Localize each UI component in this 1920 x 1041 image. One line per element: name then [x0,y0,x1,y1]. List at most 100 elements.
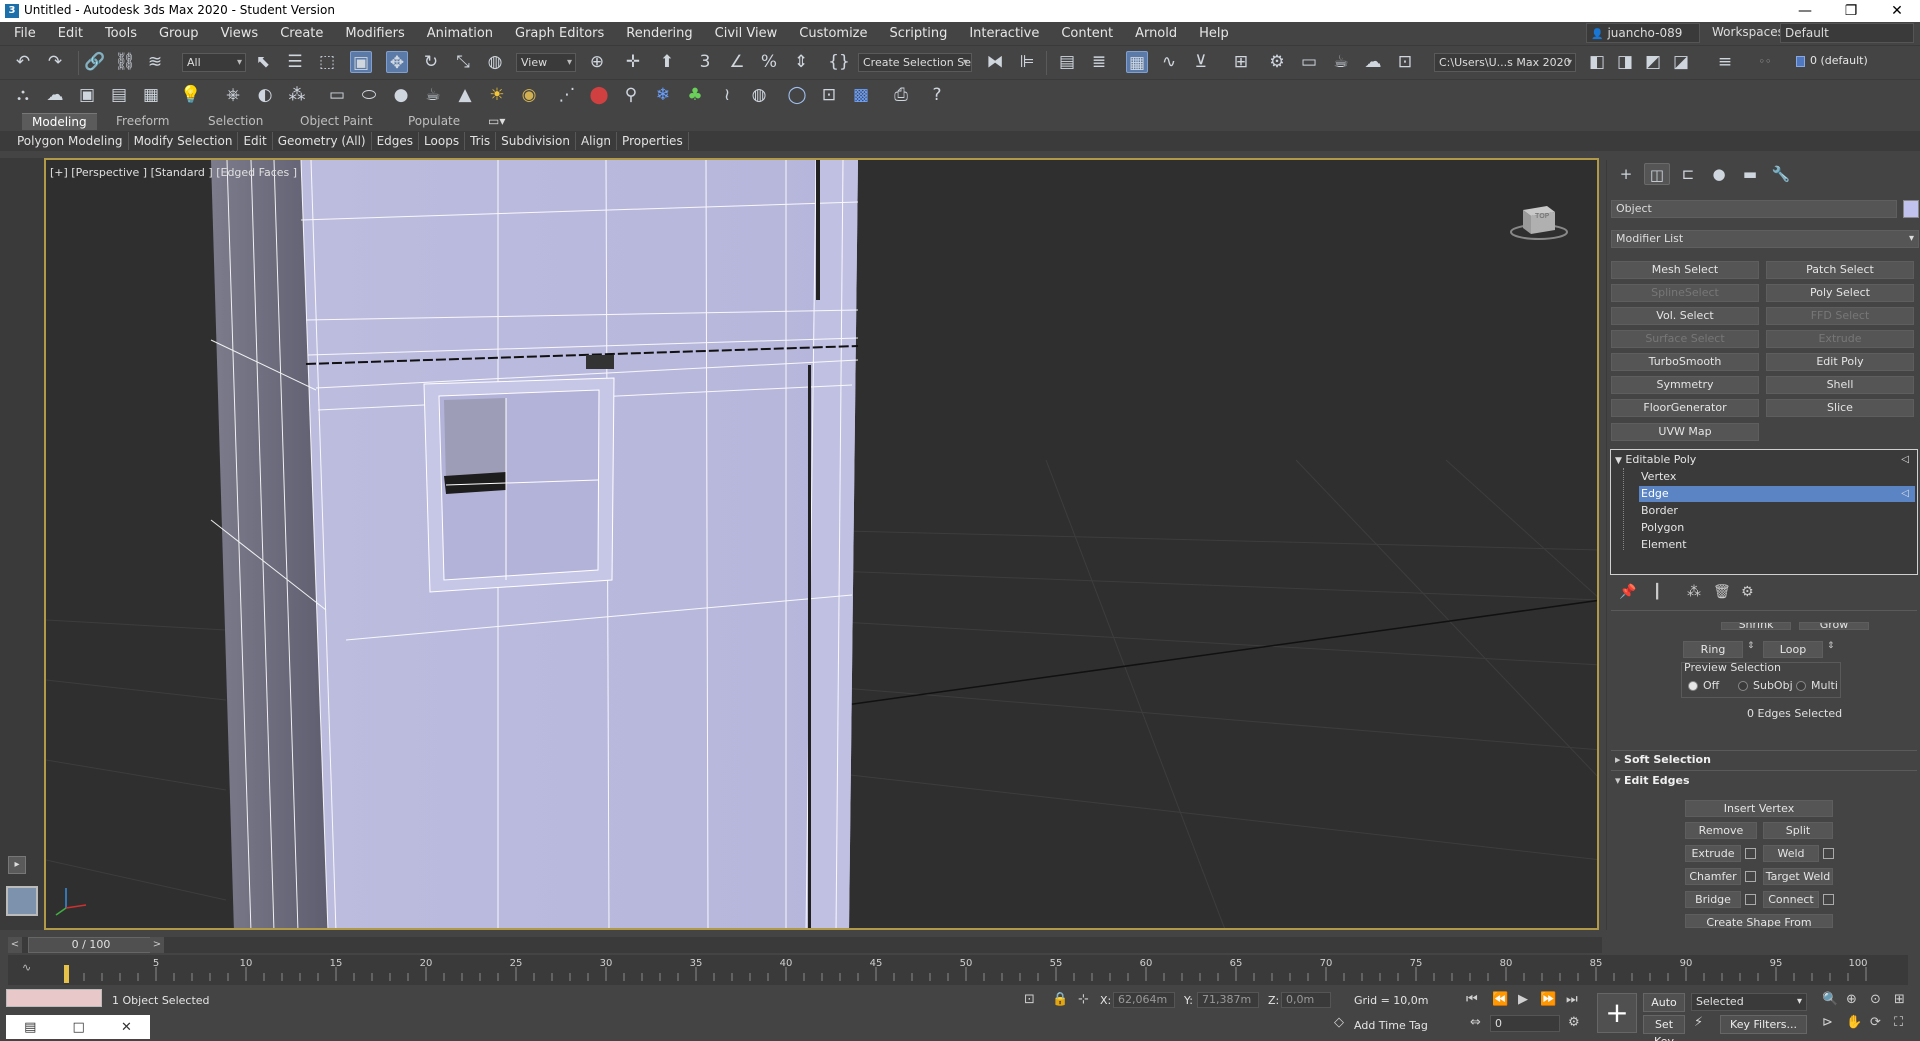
panel-properties[interactable]: Properties [617,132,689,150]
auto-key-button[interactable]: Auto Key [1643,993,1685,1026]
box-icon[interactable]: ▭ [326,84,348,106]
menu-file[interactable]: File [6,26,50,41]
surface-select-button[interactable]: Surface Select [1611,330,1759,348]
walkthrough-icon[interactable]: ⎙ [890,84,912,106]
isolate-icon[interactable]: ⎈ [222,84,244,106]
toggle-layer-explorer-icon[interactable]: ≣ [1088,51,1110,73]
chamfer-settings-icon[interactable] [1745,871,1756,882]
help-icon[interactable]: ? [926,84,948,106]
menu-help[interactable]: Help [1191,26,1243,41]
stack-vertex[interactable]: Vertex [1641,469,1911,485]
weld-button[interactable]: Weld [1763,845,1819,862]
panel-subdivision[interactable]: Subdivision [496,132,576,150]
menu-content[interactable]: Content [1053,26,1127,41]
pivot-center-icon[interactable]: ⊕ [586,51,608,73]
align-icon[interactable]: ⊫ [1016,51,1038,73]
foliage-icon[interactable]: ♣ [684,84,706,106]
edit-edges-rollout[interactable]: Edit Edges [1615,774,1690,787]
toggle-scene-explorer-icon[interactable]: ▤ [1056,51,1078,73]
edit-poly-button[interactable]: Edit Poly [1766,353,1914,371]
bridge-button[interactable]: Bridge [1685,891,1741,908]
loop-spinner-icon[interactable]: ⇕ [1827,641,1835,651]
cloth-icon[interactable]: ◍ [748,84,770,106]
bridge-settings-icon[interactable] [1745,894,1756,905]
selection-lock-icon[interactable]: 🔒 [1052,992,1068,1007]
select-and-place-icon[interactable]: ◍ [484,51,506,73]
menu-animation[interactable]: Animation [419,26,507,41]
snaps-toggle-icon[interactable]: 3 [694,51,716,73]
connect-settings-icon[interactable] [1823,894,1834,905]
sphere-icon[interactable]: ● [390,84,412,106]
toggle-ribbon-icon[interactable]: ▦ [1126,51,1148,73]
viewport-label-menu[interactable]: [+] [Perspective ] [Standard ] [Edged Fa… [50,166,297,179]
loop-button[interactable]: Loop [1763,641,1823,658]
spline-select-button[interactable]: SplineSelect [1611,284,1759,302]
modify-tab-icon[interactable]: ◫ [1644,163,1670,185]
layer-select-icon[interactable]: ◩ [1642,51,1664,73]
create-shape-button[interactable]: Create Shape From Selection [1685,914,1833,928]
particle-view-icon[interactable]: ⁂ [286,84,308,106]
symmetry-button[interactable]: Symmetry [1611,376,1759,394]
utilities-tab-icon[interactable]: 🔧 [1768,163,1794,185]
keyboard-shortcut-override-icon[interactable]: ⬆ [656,51,678,73]
container-icon[interactable]: ⛬ [12,84,34,106]
menu-rendering[interactable]: Rendering [618,26,706,41]
connect-button[interactable]: Connect [1763,891,1819,908]
ribbon-options-icon[interactable]: ▭▾ [488,113,505,130]
poly-select-button[interactable]: Poly Select [1766,284,1914,302]
layer-visibility-icon[interactable]: ◦◦ [1754,51,1776,73]
maxscript-listener[interactable] [6,989,102,1007]
teapot-icon[interactable]: ☕ [422,84,444,106]
patch-select-button[interactable]: Patch Select [1766,261,1914,279]
select-and-scale-icon[interactable]: ⤡ [452,51,474,73]
redo-icon[interactable]: ↷ [44,51,66,73]
select-object-icon[interactable]: ⬉ [252,51,274,73]
panel-edit[interactable]: Edit [238,132,273,150]
pan-view-icon[interactable]: ✋ [1846,1015,1862,1030]
link-icon[interactable]: 🔗 [84,51,106,73]
script-icon[interactable]: ▤ [24,1020,36,1035]
zoom-extents-all-icon[interactable]: ⊞ [1894,992,1905,1007]
pin-stack-icon[interactable]: 📌 [1619,584,1636,600]
select-and-rotate-icon[interactable]: ↻ [420,51,442,73]
sun-light-icon[interactable]: ☀ [486,84,508,106]
perspective-viewport[interactable]: [+] [Perspective ] [Standard ] [Edged Fa… [44,158,1599,930]
render-in-cloud-icon[interactable]: ☁ [1362,51,1384,73]
close-icon[interactable]: ✕ [1874,0,1920,22]
menu-edit[interactable]: Edit [50,26,97,41]
display-tab-icon[interactable]: ▬ [1737,163,1763,185]
ring-button[interactable]: Ring [1683,641,1743,658]
render-frame-icon[interactable]: ▩ [850,84,872,106]
shrink-button[interactable]: Shrink [1721,622,1791,630]
next-frame-icon[interactable]: > [150,937,164,953]
selection-set-dropdown[interactable]: Selected [1691,993,1807,1011]
layer-manager-icon[interactable]: ≡ [1714,51,1736,73]
percent-snap-icon[interactable]: % [758,51,780,73]
viewport-image-icon[interactable]: ▣ [76,84,98,106]
angle-snap-icon[interactable]: ∠ [726,51,748,73]
reference-coordinate-dropdown[interactable]: View [516,53,576,72]
account-dropdown[interactable]: juancho-089 [1586,23,1700,43]
layer-create-icon[interactable]: ◧ [1586,51,1608,73]
preview-off-radio[interactable]: Off [1688,679,1719,692]
layer-current-icon[interactable]: ◪ [1670,51,1692,73]
turbosmooth-button[interactable]: TurboSmooth [1611,353,1759,371]
key-filters-button[interactable]: Key Filters... [1720,1015,1807,1034]
previous-frame-icon[interactable]: < [8,937,22,953]
orbit-icon[interactable]: ⟳ [1870,1015,1881,1030]
stack-element[interactable]: Element [1641,537,1911,553]
hair-fur-icon[interactable]: ≀ [716,84,738,106]
previous-key-icon[interactable]: ⏪ [1492,992,1508,1007]
bone-icon[interactable]: ⚲ [620,84,642,106]
split-button[interactable]: Split [1763,822,1833,839]
restore-window-icon[interactable]: □ [73,1020,85,1035]
viewcube[interactable]: TOP [1509,196,1569,246]
grow-button[interactable]: Grow [1799,622,1869,630]
menu-views[interactable]: Views [213,26,273,41]
panel-polygon-modeling[interactable]: Polygon Modeling [12,132,129,150]
project-folder-dropdown[interactable]: C:\Users\U...s Max 2020 [1434,53,1576,72]
restore-icon[interactable]: ❐ [1828,0,1874,22]
stack-border[interactable]: Border [1641,503,1911,519]
maximize-viewport-icon[interactable]: ⛶ [1894,1015,1903,1030]
tab-populate[interactable]: Populate [408,113,460,130]
